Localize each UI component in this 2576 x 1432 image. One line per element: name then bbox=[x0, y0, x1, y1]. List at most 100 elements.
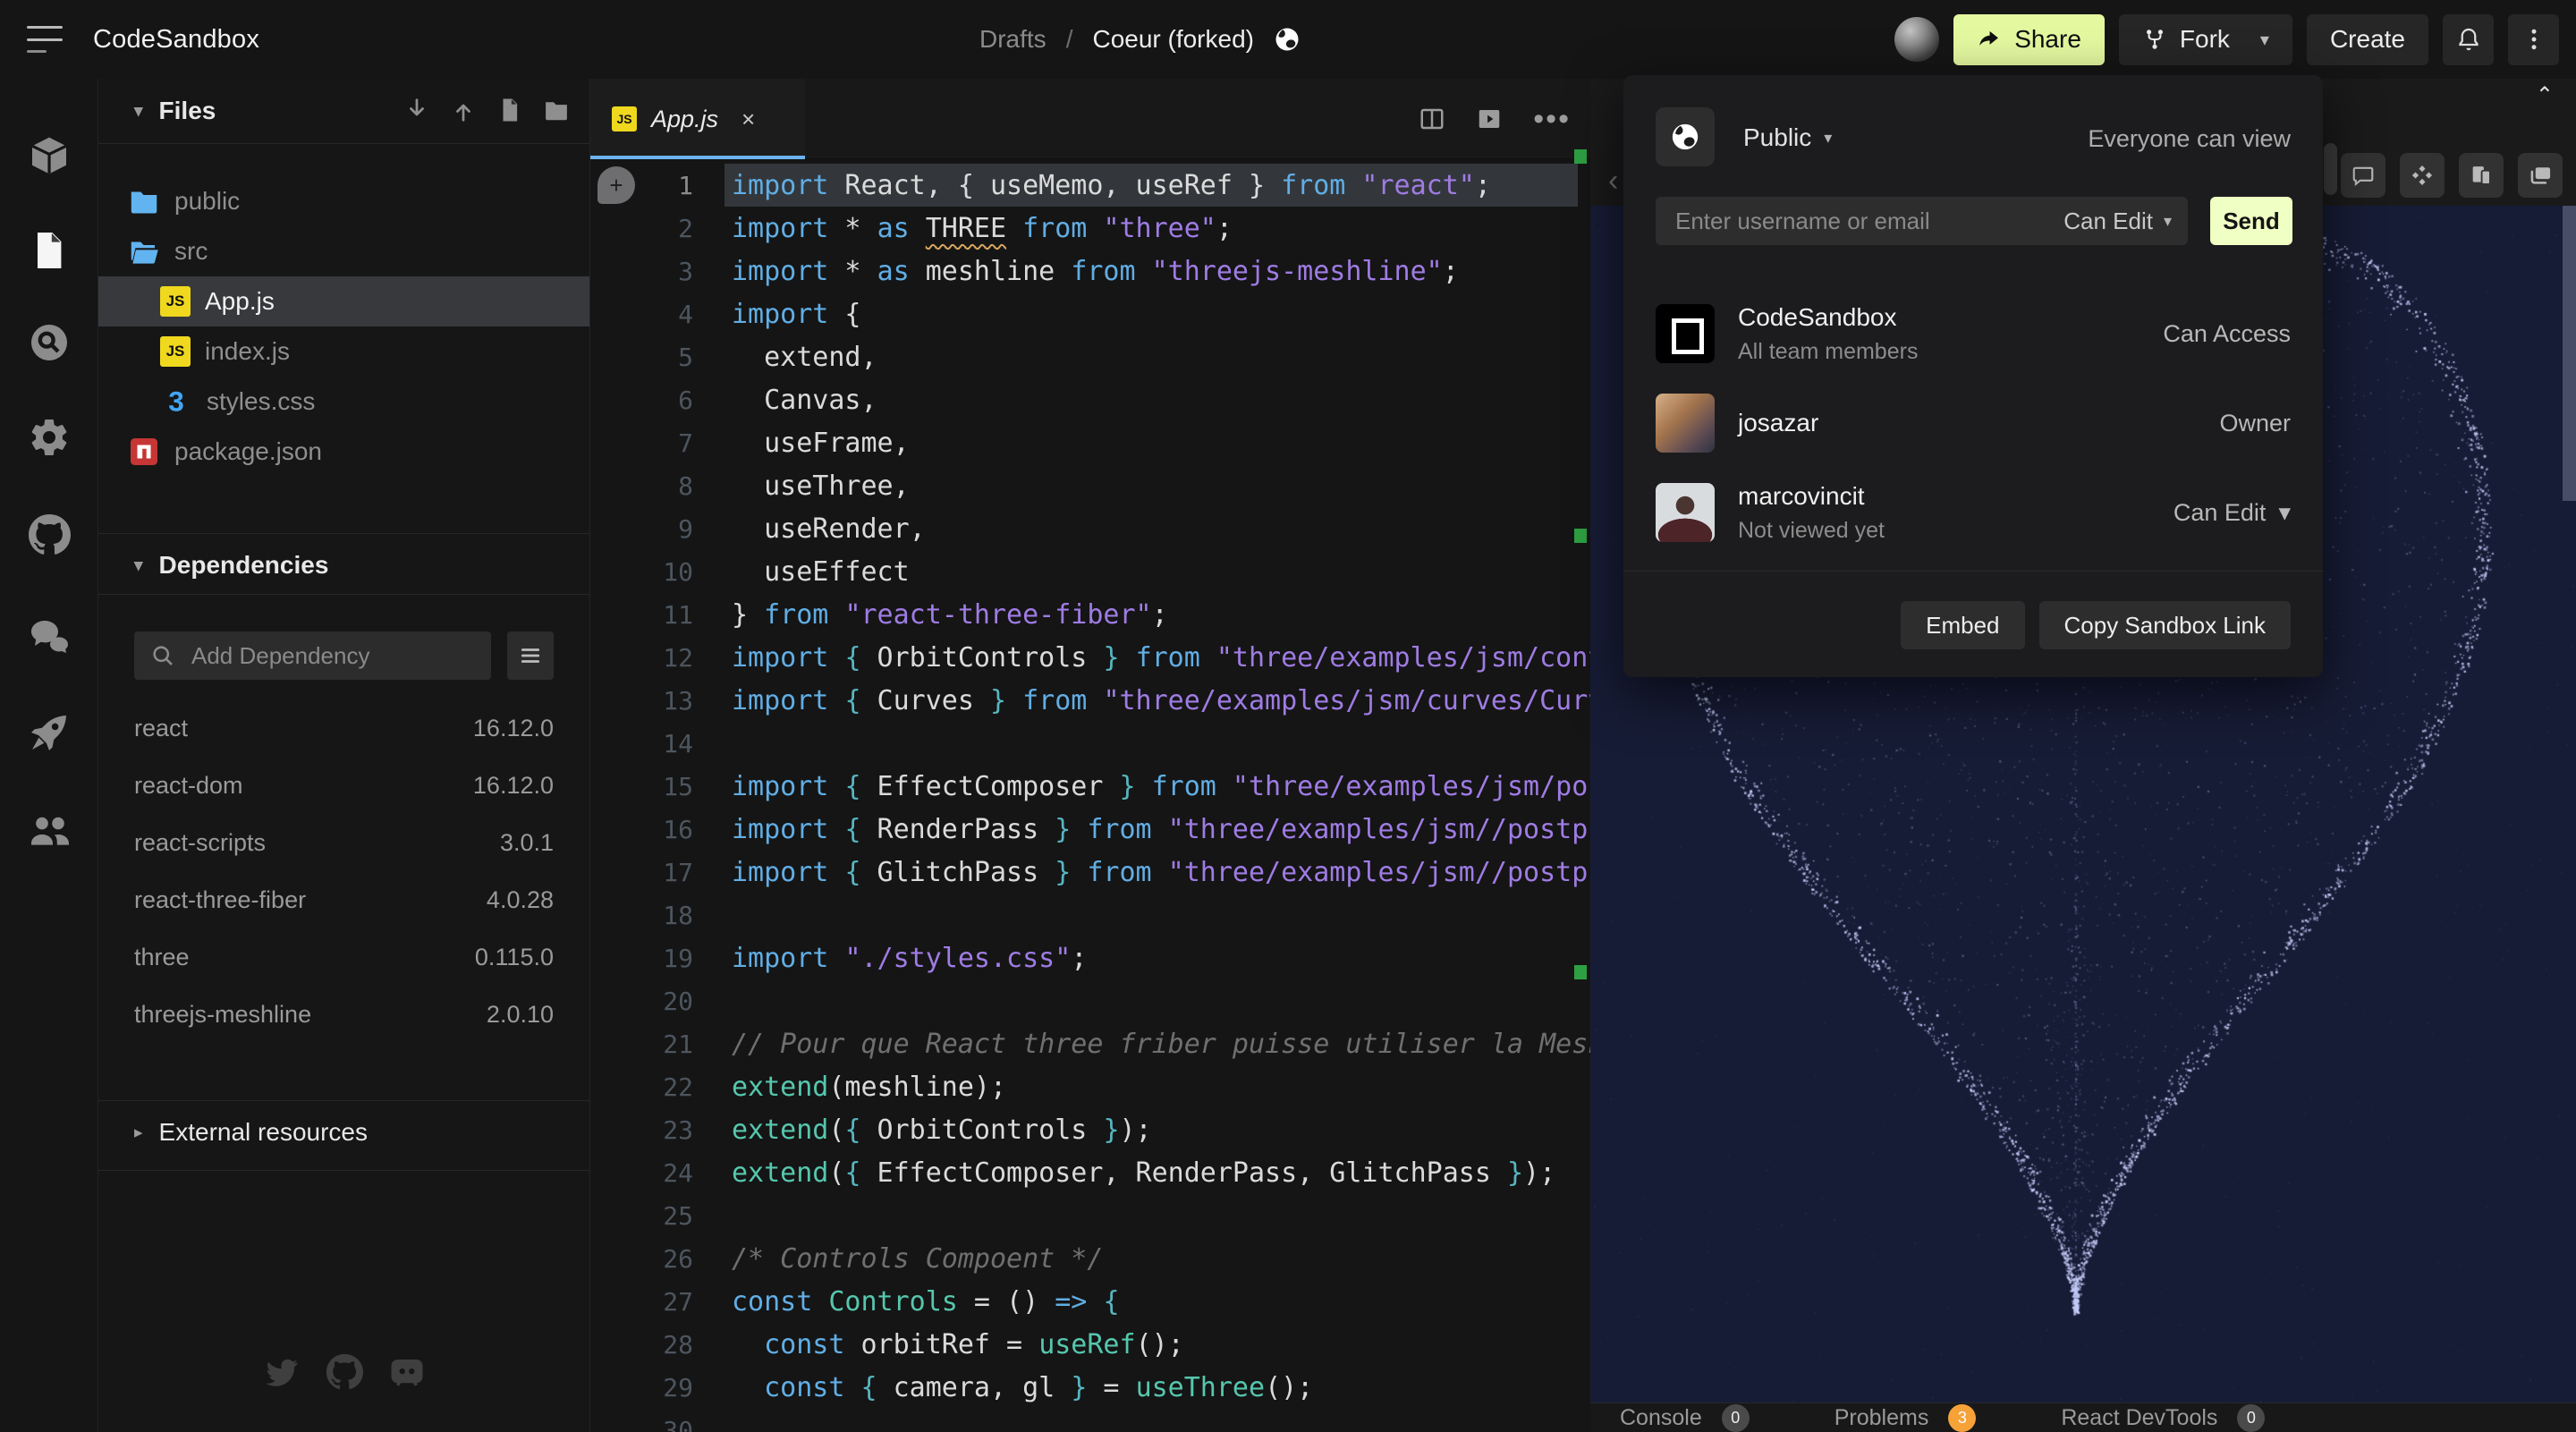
create-button[interactable]: Create bbox=[2307, 14, 2428, 65]
code-line-8[interactable]: 8 useThree, bbox=[590, 464, 1590, 507]
file-item-package.json[interactable]: package.json bbox=[98, 427, 589, 477]
code-line-28[interactable]: 28 const orbitRef = useRef(); bbox=[590, 1323, 1590, 1366]
code-line-7[interactable]: 7 useFrame, bbox=[590, 421, 1590, 464]
dependency-react-three-fiber[interactable]: react-three-fiber4.0.28 bbox=[98, 871, 589, 928]
code-line-21[interactable]: 21// Pour que React three friber puisse … bbox=[590, 1022, 1590, 1065]
close-icon[interactable]: × bbox=[741, 106, 755, 133]
file-item-styles.css[interactable]: 3styles.css bbox=[98, 377, 589, 427]
code-line-18[interactable]: 18 bbox=[590, 894, 1590, 936]
file-item-src[interactable]: src bbox=[98, 226, 589, 276]
person-permission[interactable]: Can Access bbox=[2163, 320, 2291, 348]
tab-appjs[interactable]: JS App.js × bbox=[590, 79, 805, 159]
code-area[interactable]: +1import React, { useMemo, useRef } from… bbox=[590, 164, 1590, 1432]
code-line-20[interactable]: 20 bbox=[590, 979, 1590, 1022]
collapse-preview-icon[interactable]: ‹ bbox=[1608, 164, 1618, 199]
rail-item-github[interactable] bbox=[28, 513, 71, 556]
code-line-4[interactable]: 4import { bbox=[590, 292, 1590, 335]
visibility-dropdown[interactable]: Public ▾ bbox=[1743, 123, 1832, 152]
new-folder-icon[interactable] bbox=[543, 97, 570, 123]
person-permission[interactable]: Can Edit▾ bbox=[2174, 499, 2291, 527]
preview-button-responsive[interactable] bbox=[2459, 153, 2504, 198]
rail-item-file[interactable] bbox=[28, 229, 71, 272]
expand-console-icon[interactable]: ⌃ bbox=[2536, 82, 2554, 108]
send-button[interactable]: Send bbox=[2210, 197, 2292, 245]
external-resources-header[interactable]: ▸ External resources bbox=[98, 1100, 589, 1165]
fork-button[interactable]: Fork▾ bbox=[2119, 14, 2292, 65]
preview-scrollbar[interactable] bbox=[2563, 206, 2576, 501]
dependency-react-scripts[interactable]: react-scripts3.0.1 bbox=[98, 814, 589, 871]
code-line-22[interactable]: 22extend(meshline); bbox=[590, 1065, 1590, 1108]
code-line-15[interactable]: 15import { EffectComposer } from "three/… bbox=[590, 765, 1590, 808]
download-icon[interactable] bbox=[403, 97, 430, 123]
code-line-11[interactable]: 11} from "react-three-fiber"; bbox=[590, 593, 1590, 636]
devtools-tab-react-devtools[interactable]: React DevTools0 bbox=[2061, 1404, 2265, 1432]
code-line-26[interactable]: 26/* Controls Compoent */ bbox=[590, 1237, 1590, 1280]
rail-item-search[interactable] bbox=[28, 321, 71, 364]
upload-icon[interactable] bbox=[450, 97, 477, 123]
code-line-9[interactable]: 9 useRender, bbox=[590, 507, 1590, 550]
share-button[interactable]: Share bbox=[1953, 14, 2105, 65]
sandbox-title[interactable]: Coeur (forked) bbox=[1092, 25, 1254, 54]
collapse-caret-icon[interactable]: ▾ bbox=[134, 101, 143, 122]
dependency-threejs-meshline[interactable]: threejs-meshline2.0.10 bbox=[98, 986, 589, 1043]
code-line-2[interactable]: 2import * as THREE from "three"; bbox=[590, 207, 1590, 250]
preview-button-windows[interactable] bbox=[2518, 153, 2563, 198]
code-line-24[interactable]: 24extend({ EffectComposer, RenderPass, G… bbox=[590, 1151, 1590, 1194]
code-line-6[interactable]: 6 Canvas, bbox=[590, 378, 1590, 421]
code-line-17[interactable]: 17import { GlitchPass } from "three/exam… bbox=[590, 851, 1590, 894]
code-line-13[interactable]: 13import { Curves } from "three/examples… bbox=[590, 679, 1590, 722]
code-line-30[interactable]: 30 bbox=[590, 1409, 1590, 1432]
person-permission[interactable]: Owner bbox=[2219, 410, 2291, 437]
code-line-14[interactable]: 14 bbox=[590, 722, 1590, 765]
code-line-19[interactable]: 19import "./styles.css"; bbox=[590, 936, 1590, 979]
code-line-5[interactable]: 5 extend, bbox=[590, 335, 1590, 378]
expand-caret-icon[interactable]: ▸ bbox=[134, 1123, 143, 1143]
dependencies-section-header[interactable]: ▾ Dependencies bbox=[98, 533, 589, 597]
discord-icon[interactable] bbox=[388, 1353, 426, 1391]
new-file-icon[interactable] bbox=[496, 97, 523, 123]
file-item-public[interactable]: public bbox=[98, 176, 589, 226]
add-dependency-input[interactable] bbox=[134, 631, 491, 680]
breadcrumb-parent[interactable]: Drafts bbox=[979, 25, 1046, 54]
user-avatar[interactable] bbox=[1894, 17, 1939, 62]
scrollbar-handle[interactable] bbox=[2324, 143, 2337, 195]
more-menu-button[interactable] bbox=[2508, 14, 2559, 65]
dependency-three[interactable]: three0.115.0 bbox=[98, 928, 589, 986]
github-icon[interactable] bbox=[326, 1353, 363, 1391]
code-line-27[interactable]: 27const Controls = () => { bbox=[590, 1280, 1590, 1323]
split-view-icon[interactable] bbox=[1419, 106, 1445, 132]
embed-button[interactable]: Embed bbox=[1901, 601, 2024, 649]
devtools-tab-console[interactable]: Console0 bbox=[1620, 1404, 1750, 1432]
menu-icon[interactable] bbox=[27, 26, 63, 53]
code-line-1[interactable]: +1import React, { useMemo, useRef } from… bbox=[590, 164, 1590, 207]
code-line-12[interactable]: 12import { OrbitControls } from "three/e… bbox=[590, 636, 1590, 679]
code-line-23[interactable]: 23extend({ OrbitControls }); bbox=[590, 1108, 1590, 1151]
rail-item-cube[interactable] bbox=[28, 134, 71, 177]
more-options-icon[interactable]: ••• bbox=[1533, 102, 1571, 137]
code-line-10[interactable]: 10 useEffect bbox=[590, 550, 1590, 593]
code-line-29[interactable]: 29 const { camera, gl } = useThree(); bbox=[590, 1366, 1590, 1409]
rail-item-gear[interactable] bbox=[28, 416, 71, 459]
preview-button-diamonds[interactable] bbox=[2400, 153, 2445, 198]
code-line-3[interactable]: 3import * as meshline from "threejs-mesh… bbox=[590, 250, 1590, 292]
preview-pane-icon[interactable] bbox=[1476, 106, 1503, 132]
twitter-icon[interactable] bbox=[263, 1353, 301, 1391]
copy-sandbox-link-button[interactable]: Copy Sandbox Link bbox=[2039, 601, 2291, 649]
dependency-react-dom[interactable]: react-dom16.12.0 bbox=[98, 757, 589, 814]
notifications-button[interactable] bbox=[2443, 14, 2494, 65]
file-item-App.js[interactable]: JSApp.js bbox=[98, 276, 589, 326]
code-line-16[interactable]: 16import { RenderPass } from "three/exam… bbox=[590, 808, 1590, 851]
rail-item-chat[interactable] bbox=[28, 614, 71, 657]
preview-button-comment[interactable] bbox=[2341, 153, 2385, 198]
rail-item-rocket[interactable] bbox=[28, 711, 71, 754]
dependency-react[interactable]: react16.12.0 bbox=[98, 699, 589, 757]
permission-dropdown[interactable]: Can Edit ▾ bbox=[2063, 208, 2172, 235]
devtools-tab-problems[interactable]: Problems3 bbox=[1835, 1404, 1977, 1432]
chevron-down-icon[interactable]: ▾ bbox=[2260, 29, 2269, 51]
collapse-caret-icon[interactable]: ▾ bbox=[134, 555, 143, 576]
rail-item-users[interactable] bbox=[28, 809, 71, 852]
code-line-25[interactable]: 25 bbox=[590, 1194, 1590, 1237]
file-item-index.js[interactable]: JSindex.js bbox=[98, 326, 589, 377]
visibility-chip[interactable] bbox=[1656, 107, 1715, 166]
dependency-list-button[interactable] bbox=[507, 631, 554, 680]
